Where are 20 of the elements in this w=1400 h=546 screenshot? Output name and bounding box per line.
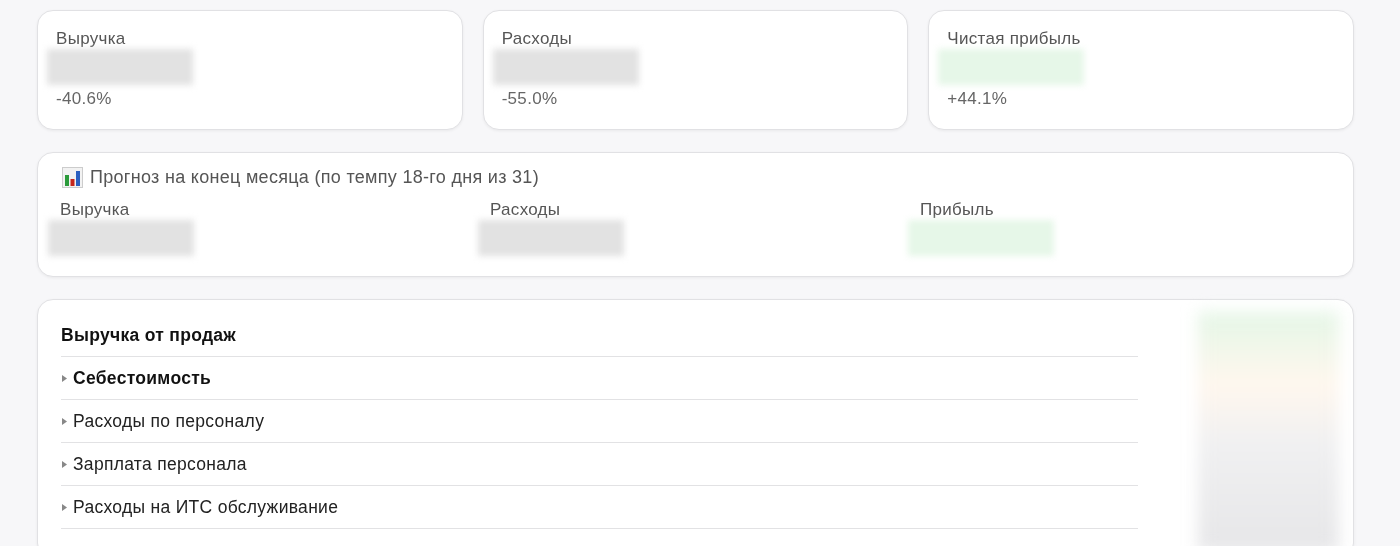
forecast-label: Расходы [489, 200, 561, 220]
bar-chart-icon [62, 167, 83, 188]
card-label: Чистая прибыль [946, 29, 1081, 49]
caret-icon[interactable] [61, 460, 68, 468]
forecast-title: Прогноз на конец месяца (по темпу 18-го дня из 31) [90, 167, 539, 188]
caret-icon[interactable] [61, 503, 68, 511]
forecast-label: Выручка [59, 200, 130, 220]
card-label: Выручка [55, 29, 126, 49]
row-label[interactable]: Расходы по персоналу [73, 410, 265, 432]
row-label[interactable]: Зарплата персонала [73, 453, 247, 475]
row-label[interactable]: Себестоимость [73, 367, 212, 389]
row-label[interactable]: Расходы на ИТС обслуживание [73, 496, 339, 518]
change-percent: -40.6% [55, 89, 112, 109]
change-percent: +44.1% [946, 89, 1008, 109]
change-percent: -55.0% [500, 89, 558, 109]
row-label: Выручка от продаж [61, 324, 237, 346]
forecast-label: Прибыль [919, 200, 994, 220]
caret-icon[interactable] [61, 374, 68, 382]
card-label: Расходы [500, 29, 572, 49]
caret-icon[interactable] [61, 417, 68, 425]
